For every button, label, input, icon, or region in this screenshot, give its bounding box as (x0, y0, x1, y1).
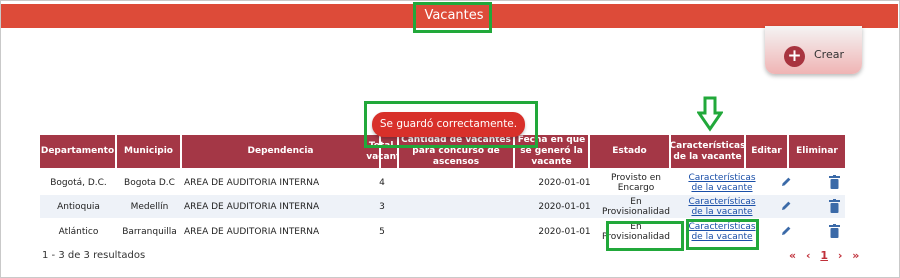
col-header-caracteristicas: Características de la vacante (670, 135, 746, 168)
cell-municipio: Bogota D.C (124, 177, 175, 188)
pencil-icon[interactable] (780, 200, 792, 212)
cell-fecha: 2020-01-01 (538, 226, 591, 237)
trash-icon[interactable] (829, 224, 840, 238)
create-button[interactable]: + Crear (765, 26, 862, 74)
highlight-box-caracteristicas (686, 219, 759, 250)
cell-fecha: 2020-01-01 (538, 177, 591, 188)
cell-total: 3 (379, 201, 385, 212)
trash-icon[interactable] (829, 199, 840, 213)
cell-fecha: 2020-01-01 (538, 201, 591, 212)
last-page-button[interactable]: » (852, 249, 859, 262)
page-number[interactable]: 1 (820, 249, 828, 262)
cell-dependencia: AREA DE AUDITORIA INTERNA (184, 177, 320, 188)
next-page-button[interactable]: › (838, 249, 843, 262)
caracteristicas-link[interactable]: Características de la vacante (685, 171, 759, 194)
col-header-editar: Editar (746, 135, 789, 168)
pencil-icon[interactable] (780, 176, 792, 188)
cell-total: 5 (379, 226, 385, 237)
prev-page-button[interactable]: ‹ (806, 249, 811, 262)
first-page-button[interactable]: « (789, 249, 796, 262)
col-header-departamento: Departamento (40, 135, 117, 168)
cell-municipio: Barranquilla (122, 226, 177, 237)
arrow-down-icon (697, 96, 723, 132)
cell-municipio: Medellín (130, 201, 169, 212)
results-count: 1 - 3 de 3 resultados (42, 250, 146, 261)
col-header-estado: Estado (590, 135, 671, 168)
cell-dependencia: AREA DE AUDITORIA INTERNA (184, 226, 320, 237)
cell-estado: Provisto en Encargo (611, 172, 661, 193)
cell-departamento: Bogotá, D.C. (50, 177, 107, 188)
table-row: Antioquia Medellín AREA DE AUDITORIA INT… (40, 195, 845, 218)
highlight-box-estado (606, 221, 684, 251)
cell-departamento: Antioquia (57, 201, 100, 212)
highlight-box-toast (364, 101, 538, 148)
col-header-dependencia: Dependencia (182, 135, 381, 168)
pencil-icon[interactable] (780, 225, 792, 237)
cell-dependencia: AREA DE AUDITORIA INTERNA (184, 201, 320, 212)
cell-total: 4 (379, 177, 385, 188)
col-header-municipio: Municipio (117, 135, 182, 168)
highlight-box-title (413, 2, 492, 33)
pagination: « ‹ 1 › » (789, 249, 865, 262)
cell-departamento: Atlántico (58, 226, 99, 237)
trash-icon[interactable] (829, 175, 840, 189)
table-row: Bogotá, D.C. Bogota D.C AREA DE AUDITORI… (40, 171, 845, 194)
create-button-label: Crear (814, 48, 844, 61)
caracteristicas-link[interactable]: Características de la vacante (685, 195, 759, 218)
plus-circle-icon: + (784, 46, 805, 67)
cell-estado: En Provisionalidad (602, 196, 670, 217)
col-header-eliminar: Eliminar (789, 135, 845, 168)
